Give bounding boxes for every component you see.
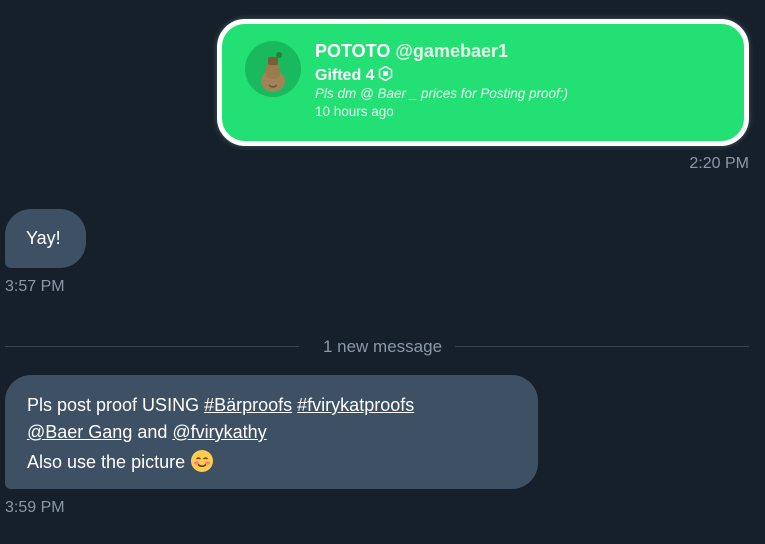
gift-row: Gifted 4 (315, 65, 393, 86)
embed-message: Pls dm @ Baer _ prices for Posting proof… (315, 86, 569, 101)
message-text: and (137, 422, 168, 442)
message-timestamp: 3:59 PM (5, 499, 65, 516)
message-line-1: Pls post proof USING #Bärproofs #fviryka… (27, 395, 414, 416)
message-line-2: @Baer Gang and @fvirykathy (27, 422, 267, 443)
hashtag-link[interactable]: #fvirykatproofs (297, 395, 414, 415)
mention-link[interactable]: @fvirykathy (172, 422, 266, 442)
embed-handle[interactable]: @gamebaer1 (395, 41, 508, 61)
message-bubble[interactable]: Yay! (5, 209, 86, 268)
gift-embed-card[interactable]: POTOTO @gamebaer1 Gifted 4 Pls dm @ Baer… (217, 19, 749, 146)
message-timestamp: 3:57 PM (5, 278, 65, 295)
mention-link[interactable]: @Baer Gang (27, 422, 132, 442)
embed-title: POTOTO @gamebaer1 (315, 41, 508, 62)
embed-time-ago: 10 hours ago (315, 104, 394, 119)
message-text: Yay! (26, 228, 61, 248)
message-text: Pls post proof USING (27, 395, 200, 415)
message-line-3: Also use the picture (27, 449, 214, 478)
hashtag-link[interactable]: #Bärproofs (204, 395, 292, 415)
embed-name: POTOTO (315, 41, 391, 61)
robux-icon (378, 65, 393, 86)
new-message-divider-label: 1 new message (322, 337, 443, 356)
message-text: Also use the picture (27, 452, 186, 472)
message-bubble[interactable]: Pls post proof USING #Bärproofs #fviryka… (5, 375, 538, 489)
message-timestamp: 2:20 PM (689, 155, 749, 172)
smiling-face-icon (190, 449, 214, 478)
gifted-label: Gifted 4 (315, 67, 375, 84)
avatar (245, 41, 301, 97)
sack-icon (261, 52, 285, 92)
